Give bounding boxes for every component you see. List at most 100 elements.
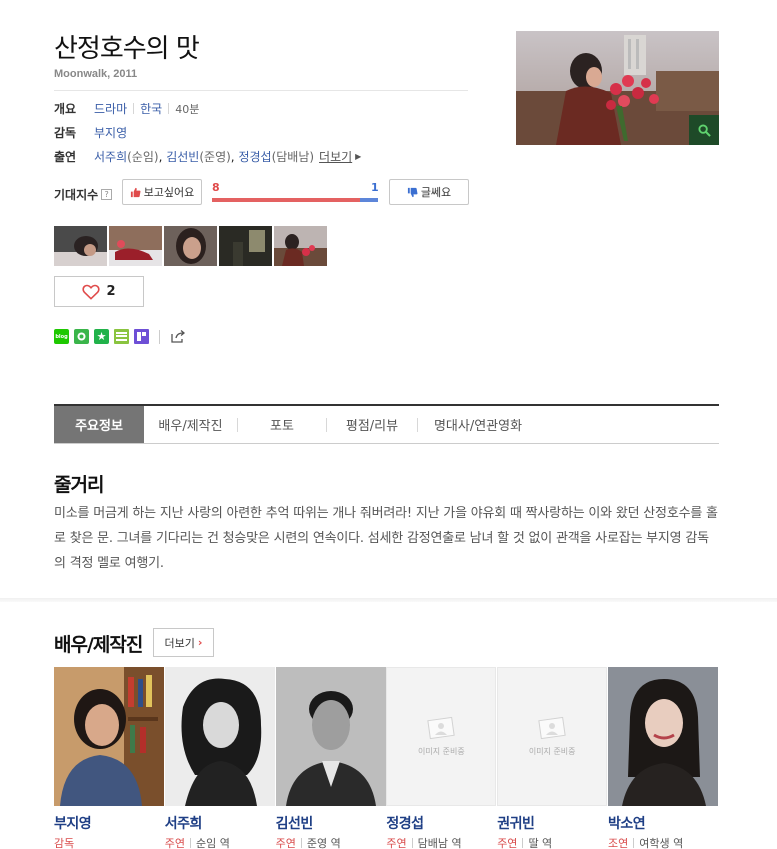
director-link[interactable]: 부지영 — [94, 124, 127, 141]
cast-type: 조연 — [607, 837, 629, 849]
calendar-share-icon[interactable] — [134, 329, 149, 344]
cast-character: 준영 역 — [306, 837, 341, 849]
cast-photo[interactable]: 이미지 준비중 — [497, 667, 608, 806]
tab-cast-crew[interactable]: 배우/제작진 — [144, 406, 237, 443]
dislike-button[interactable]: 글쎄요 — [389, 179, 469, 205]
cast-card[interactable]: 이미지 준비중 권귀빈 주연 딸 역 — [497, 667, 608, 849]
still-thumbnail[interactable] — [274, 226, 327, 266]
cast-photo[interactable] — [607, 667, 718, 806]
share-row: blog ★ — [54, 329, 186, 344]
cast-name[interactable]: 권귀빈 — [497, 813, 608, 833]
cast-card[interactable]: 부지영 감독 — [54, 667, 165, 849]
tab-main-info[interactable]: 주요정보 — [54, 406, 144, 443]
cast-character: 담배남 역 — [417, 837, 462, 849]
cast-card[interactable]: 서주희 주연 순임 역 — [164, 667, 276, 849]
still-thumbnail[interactable] — [164, 226, 217, 266]
director-label: 감독 — [54, 126, 77, 140]
cast-more-link[interactable]: 더보기 — [319, 148, 352, 165]
country-link[interactable]: 한국 — [140, 100, 162, 117]
cast-type: 주연 — [164, 837, 186, 849]
cast-role-2: (담배남) — [271, 150, 315, 164]
share-icon[interactable] — [170, 329, 186, 344]
divider — [54, 90, 468, 91]
expect-label: 기대지수 — [54, 188, 99, 202]
synopsis-text: 미소를 머금게 하는 지난 사랑의 아련한 추억 따위는 개나 줘버려라! 지난… — [54, 506, 718, 571]
cast-row: 출연 서주희 (순임), 김선빈 (준영), 정경섭 (담배남) 더보기 ▶ — [54, 148, 362, 165]
cast-type: 주연 — [386, 837, 407, 849]
cast-photo[interactable] — [275, 667, 386, 806]
no-image-placeholder: 이미지 준비중 — [497, 667, 608, 806]
tab-bar: 주요정보 배우/제작진 포토 평점/리뷰 명대사/연관영화 — [54, 404, 719, 444]
still-thumbnail[interactable] — [109, 226, 162, 266]
movie-title: 산정호수의 맛 — [54, 34, 200, 64]
no-image-text: 이미지 준비중 — [528, 747, 576, 756]
cast-card[interactable]: 박소연 조연 여학생 역 — [607, 667, 719, 849]
cast-role: 감독 — [54, 835, 165, 849]
crew-title: 배우/제작진 — [54, 634, 143, 656]
no-image-placeholder: 이미지 준비중 — [386, 667, 497, 806]
cast-role: 조연 여학생 역 — [608, 835, 719, 849]
heart-icon — [82, 284, 101, 300]
tab-ratings-reviews[interactable]: 평점/리뷰 — [327, 406, 417, 443]
still-thumbnail[interactable] — [219, 226, 272, 266]
still-thumbnail[interactable] — [54, 226, 107, 266]
cast-character: 여학생 역 — [639, 837, 684, 849]
cast-photo[interactable] — [54, 667, 164, 806]
cast-link-2[interactable]: 정경섭 — [238, 148, 271, 165]
like-button[interactable]: 보고싶어요 — [122, 179, 202, 205]
cast-card[interactable]: 김선빈 주연 준영 역 — [275, 667, 387, 849]
cast-role: 주연 딸 역 — [497, 835, 608, 849]
tab-photos[interactable]: 포토 — [238, 406, 326, 443]
tab-quotes-related[interactable]: 명대사/연관영화 — [418, 406, 538, 443]
like-label: 보고싶어요 — [143, 186, 195, 199]
crew-more-label: 더보기 — [164, 636, 195, 650]
poster-image[interactable] — [516, 31, 719, 145]
image-placeholder-icon — [538, 716, 566, 740]
zoom-button[interactable] — [689, 115, 719, 145]
still-thumbnails — [54, 226, 327, 266]
dislike-count: 1 — [371, 181, 379, 194]
band-share-icon[interactable] — [74, 329, 89, 344]
director-row: 감독 부지영 — [54, 124, 127, 141]
cast-link-1[interactable]: 김선빈 — [166, 148, 199, 165]
separator — [133, 103, 135, 114]
help-icon[interactable]: ? — [101, 189, 113, 200]
cast-name[interactable]: 정경섭 — [386, 813, 497, 833]
cast-link-0[interactable]: 서주희 — [94, 148, 127, 165]
thumbs-down-icon — [407, 187, 418, 197]
cast-card[interactable]: 이미지 준비중 정경섭 주연 담배남 역 — [386, 667, 497, 849]
no-image-text: 이미지 준비중 — [418, 747, 465, 756]
expect-label-wrap: 기대지수 ? — [54, 186, 113, 203]
runtime: 40분 — [175, 102, 200, 116]
image-placeholder-icon — [427, 716, 456, 740]
blog-share-icon[interactable]: blog — [54, 329, 69, 344]
dislike-label: 글쎄요 — [420, 186, 452, 199]
cast-photo[interactable]: 이미지 준비중 — [386, 667, 497, 806]
cast-name[interactable]: 부지영 — [54, 813, 165, 833]
cast-role-0: (순임) — [127, 150, 159, 164]
cast-label: 출연 — [54, 150, 77, 164]
synopsis-title: 줄거리 — [54, 474, 104, 496]
chevron-right-icon: › — [197, 636, 203, 649]
heart-button[interactable]: 2 — [54, 276, 144, 307]
section-divider — [0, 598, 777, 602]
crew-more-button[interactable]: 더보기 › — [153, 628, 214, 657]
movie-subtitle: Moonwalk, 2011 — [54, 68, 138, 80]
cast-name[interactable]: 김선빈 — [276, 813, 387, 833]
cast-type: 주연 — [275, 837, 296, 849]
separator — [168, 103, 170, 114]
cast-type: 주연 — [497, 837, 518, 849]
thumbs-up-icon — [130, 187, 141, 197]
search-icon — [697, 123, 711, 137]
expect-ratio-bar — [212, 198, 378, 202]
cast-photo[interactable] — [164, 667, 275, 806]
cast-role: 주연 순임 역 — [165, 835, 276, 849]
memo-share-icon[interactable] — [114, 329, 129, 344]
cast-role: 주연 담배남 역 — [386, 835, 497, 849]
cast-name[interactable]: 서주희 — [165, 813, 276, 833]
genre-link[interactable]: 드라마 — [94, 100, 127, 117]
bookmark-share-icon[interactable]: ★ — [94, 329, 109, 344]
separator — [159, 329, 160, 344]
cast-role: 주연 준영 역 — [276, 835, 387, 849]
cast-name[interactable]: 박소연 — [608, 813, 719, 833]
